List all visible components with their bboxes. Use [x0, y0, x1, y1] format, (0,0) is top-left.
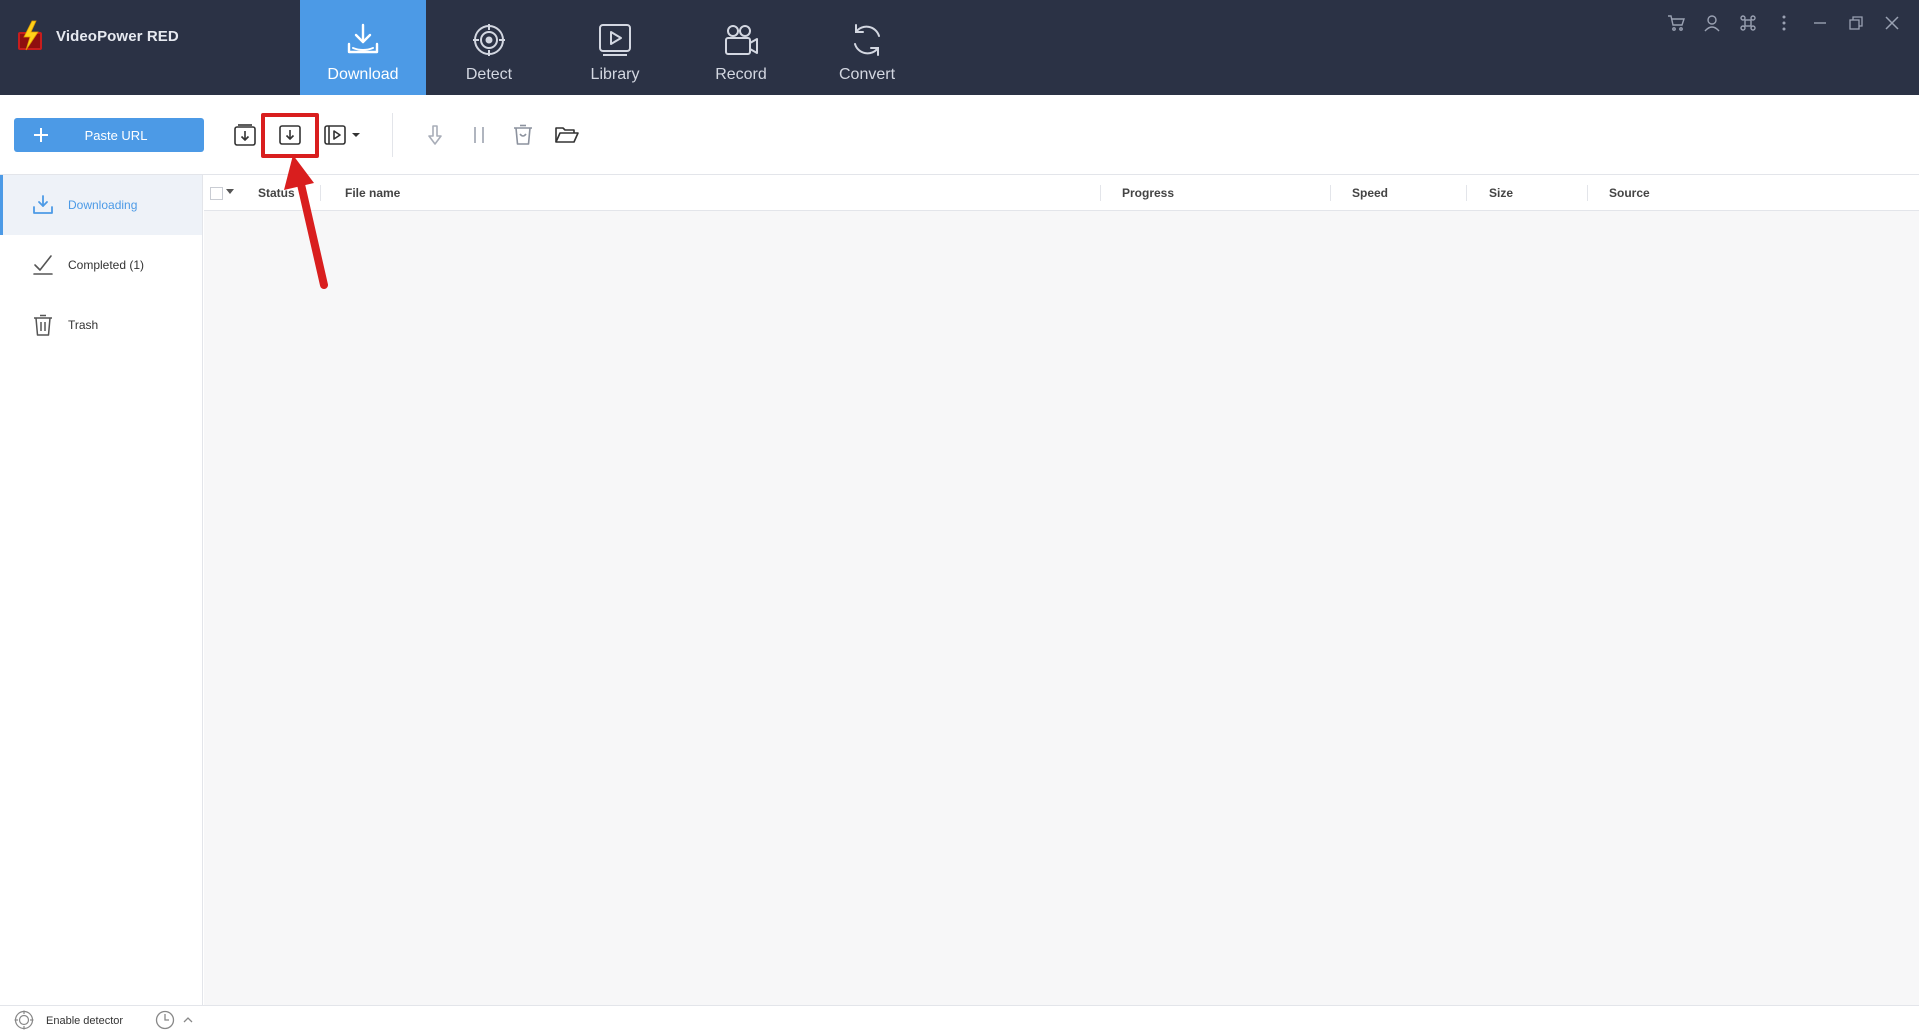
download-icon	[30, 192, 56, 218]
column-divider	[1330, 185, 1331, 201]
sidebar-item-label: Completed (1)	[68, 258, 145, 272]
paste-url-button[interactable]: Paste URL	[14, 118, 204, 152]
sidebar-item-label: Trash	[68, 318, 99, 332]
select-all-checkbox[interactable]	[210, 187, 223, 200]
column-header-status[interactable]: Status	[258, 186, 295, 200]
play-icon	[595, 20, 635, 60]
minimize-icon[interactable]	[1809, 12, 1831, 34]
sidebar: Downloading Completed (1) Trash	[0, 175, 203, 1005]
tab-label: Detect	[465, 66, 513, 83]
pause-icon[interactable]	[463, 119, 495, 151]
schedule-button[interactable]	[155, 1010, 193, 1033]
clock-icon	[155, 1010, 175, 1033]
user-icon[interactable]	[1701, 12, 1723, 34]
target-icon	[14, 1010, 34, 1033]
chevron-down-icon	[352, 133, 360, 137]
folder-open-icon[interactable]	[551, 119, 583, 151]
trash-icon	[30, 312, 56, 338]
table-header: Status File name Progress Speed Size Sou…	[204, 175, 1919, 211]
column-header-file-name[interactable]: File name	[345, 186, 400, 200]
enable-detector-toggle[interactable]: Enable detector	[14, 1010, 123, 1033]
download-list: Status File name Progress Speed Size Sou…	[204, 175, 1919, 1005]
download-icon	[343, 20, 383, 60]
restore-icon[interactable]	[1845, 12, 1867, 34]
command-icon[interactable]	[1737, 12, 1759, 34]
column-header-speed[interactable]: Speed	[1352, 186, 1388, 200]
resume-icon[interactable]	[419, 119, 451, 151]
column-divider	[1587, 185, 1588, 201]
download-audio-icon[interactable]	[274, 119, 306, 151]
plus-icon	[14, 127, 68, 143]
app-logo: VideoPower RED	[14, 20, 179, 52]
column-divider	[320, 185, 321, 201]
download-playlist-button[interactable]	[318, 119, 366, 151]
target-icon	[469, 20, 509, 60]
toolbar-divider	[392, 113, 393, 157]
tab-library[interactable]: Library	[552, 0, 678, 95]
chevron-down-icon[interactable]	[226, 189, 234, 194]
sidebar-item-label: Downloading	[68, 198, 138, 212]
delete-icon[interactable]	[507, 119, 539, 151]
tab-convert[interactable]: Convert	[804, 0, 930, 95]
tab-label: Convert	[838, 66, 896, 83]
tab-label: Download	[327, 66, 399, 83]
window-controls	[1665, 12, 1903, 34]
download-video-icon[interactable]	[229, 119, 261, 151]
refresh-icon	[847, 20, 887, 60]
sidebar-item-completed[interactable]: Completed (1)	[0, 235, 202, 295]
tab-label: Record	[715, 66, 767, 83]
close-icon[interactable]	[1881, 12, 1903, 34]
column-divider	[1100, 185, 1101, 201]
tab-record[interactable]: Record	[678, 0, 804, 95]
column-header-size[interactable]: Size	[1489, 186, 1513, 200]
more-icon[interactable]	[1773, 12, 1795, 34]
status-bar: Enable detector	[0, 1005, 1919, 1036]
sidebar-item-trash[interactable]: Trash	[0, 295, 202, 355]
main-nav: Download Detect Library Record Convert	[300, 0, 930, 95]
cart-icon[interactable]	[1665, 12, 1687, 34]
camera-icon	[721, 20, 761, 60]
toolbar: Paste URL	[0, 95, 1919, 175]
column-header-progress[interactable]: Progress	[1122, 186, 1174, 200]
title-bar: VideoPower RED Download Detect Library R…	[0, 0, 1919, 95]
tab-download[interactable]: Download	[300, 0, 426, 95]
column-header-source[interactable]: Source	[1609, 186, 1650, 200]
tab-detect[interactable]: Detect	[426, 0, 552, 95]
logo-icon	[14, 20, 46, 52]
playlist-icon	[324, 125, 346, 145]
check-icon	[30, 252, 56, 278]
chevron-up-icon	[183, 1015, 193, 1027]
paste-url-label: Paste URL	[84, 127, 148, 143]
app-title: VideoPower RED	[56, 27, 179, 45]
tab-label: Library	[590, 66, 640, 83]
enable-detector-label: Enable detector	[46, 1015, 124, 1027]
sidebar-item-downloading[interactable]: Downloading	[0, 175, 202, 235]
column-divider	[1466, 185, 1467, 201]
